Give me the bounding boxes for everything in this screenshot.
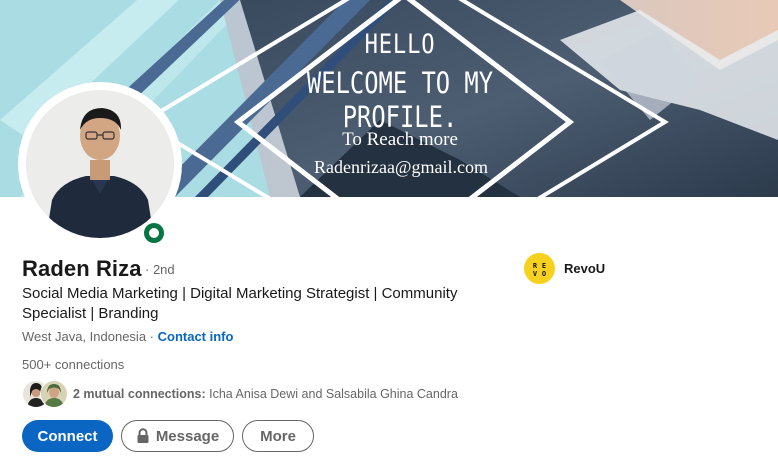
contact-info-link[interactable]: Contact info xyxy=(158,329,234,344)
lock-icon xyxy=(136,428,150,444)
profile-location-line: West Java, Indonesia · Contact info xyxy=(22,329,233,344)
profile-headline: Social Media Marketing | Digital Marketi… xyxy=(22,285,458,322)
mutual-count: 2 mutual connections: xyxy=(73,387,206,401)
mutual-names: Icha Anisa Dewi and Salsabila Ghina Cand… xyxy=(205,387,458,401)
location-separator: · xyxy=(146,329,158,344)
connections-count[interactable]: 500+ connections xyxy=(22,357,124,372)
banner-reach-text: To Reach more xyxy=(342,129,458,150)
online-status-icon xyxy=(141,220,167,246)
connect-button[interactable]: Connect xyxy=(22,420,113,452)
profile-avatar[interactable] xyxy=(22,86,178,242)
banner-hello-text: HELLO xyxy=(364,29,436,60)
connection-degree: · 2nd xyxy=(145,262,175,277)
avatar-photo xyxy=(26,90,174,238)
banner-welcome-text: WELCOME TO MY PROFILE. xyxy=(306,66,494,134)
connect-label: Connect xyxy=(37,427,98,445)
mutual-connections-text: 2 mutual connections: Icha Anisa Dewi an… xyxy=(73,387,458,401)
svg-text:V: V xyxy=(533,270,538,278)
message-label: Message xyxy=(155,427,220,445)
profile-card: HELLO WELCOME TO MY PROFILE. To Reach mo… xyxy=(0,0,778,468)
company-logo: R E V O xyxy=(524,253,555,284)
svg-text:E: E xyxy=(542,262,546,270)
svg-text:R: R xyxy=(533,262,538,270)
svg-text:O: O xyxy=(542,270,546,278)
more-label: More xyxy=(260,427,296,445)
profile-name: Raden Riza xyxy=(22,256,142,281)
message-button[interactable]: Message xyxy=(121,420,234,452)
banner-email-text: Radenrizaa@gmail.com xyxy=(313,157,488,177)
mutual-avatar xyxy=(40,380,68,408)
profile-location: West Java, Indonesia xyxy=(22,329,147,344)
company-name: RevoU xyxy=(564,261,606,276)
more-button[interactable]: More xyxy=(242,420,314,452)
